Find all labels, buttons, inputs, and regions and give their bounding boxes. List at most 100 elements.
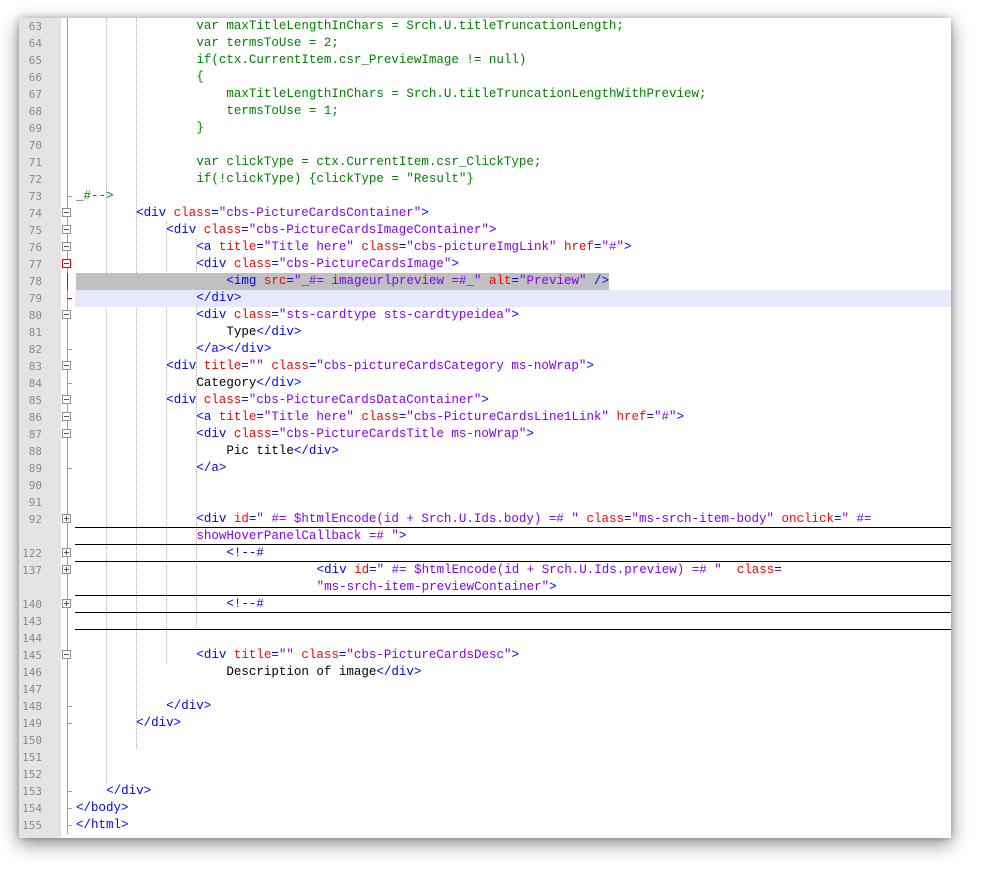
code-line[interactable]: 151	[19, 749, 951, 766]
code-line[interactable]: 67 maxTitleLengthInChars = Srch.U.titleTr…	[19, 86, 951, 103]
code-text: <div class="cbs-PictureCardsTitle ms-noW…	[196, 426, 534, 443]
code-line[interactable]: 77 <div class="cbs-PictureCardsImage">	[19, 256, 951, 273]
code-line[interactable]: 137 <div id=" #= $htmlEncode(id + Srch.U.…	[19, 562, 951, 579]
code-token: "cbs-PictureCardsContainer"	[218, 206, 422, 220]
code-text: showHoverPanelCallback =# ">	[196, 528, 406, 545]
line-number: 74	[28, 207, 42, 220]
code-text: "ms-srch-item-previewContainer">	[317, 579, 557, 596]
code-line[interactable]: 155 </html>	[19, 817, 951, 834]
code-line[interactable]: 72 if(!clickType) {clickType = "Result"}	[19, 171, 951, 188]
code-line[interactable]: showHoverPanelCallback =# ">	[19, 528, 951, 545]
fold-collapse-icon[interactable]	[62, 650, 71, 659]
fold-collapse-icon[interactable]	[62, 242, 71, 251]
line-number: 149	[22, 717, 42, 730]
code-line[interactable]: 63 var maxTitleLengthInChars = Srch.U.tit…	[19, 18, 951, 35]
code-token: <div	[196, 257, 234, 271]
code-line[interactable]: 148 </div>	[19, 698, 951, 715]
code-area[interactable]: 63 var maxTitleLengthInChars = Srch.U.tit…	[19, 18, 951, 838]
code-line[interactable]: 86 <a title="Title here" class="cbs-Pictu…	[19, 409, 951, 426]
code-text: termsToUse = 1;	[226, 103, 339, 120]
code-line[interactable]: 147	[19, 681, 951, 698]
code-line[interactable]: 153 </div>	[19, 783, 951, 800]
code-line[interactable]: 85 <div class="cbs-PictureCardsDataContai…	[19, 392, 951, 409]
code-line[interactable]: 64 var termsToUse = 2;	[19, 35, 951, 52]
line-number: 147	[22, 683, 42, 696]
fold-collapse-icon[interactable]	[62, 412, 71, 421]
code-line[interactable]: 140 <!--#	[19, 596, 951, 613]
code-line[interactable]: 70	[19, 137, 951, 154]
code-line[interactable]: 79 </div>	[19, 290, 951, 307]
code-line[interactable]: 74 <div class="cbs-PictureCardsContainer"…	[19, 205, 951, 222]
code-line[interactable]: 66 {	[19, 69, 951, 86]
code-token: =	[774, 563, 782, 577]
fold-collapse-icon[interactable]	[62, 310, 71, 319]
line-number: 63	[28, 20, 42, 33]
code-token: class	[203, 393, 242, 407]
folded-region-separator	[75, 561, 951, 562]
code-text: </div>	[196, 290, 241, 307]
code-token: class	[233, 427, 272, 441]
code-token: }	[196, 121, 204, 135]
fold-collapse-icon[interactable]	[62, 395, 71, 404]
fold-end-marker	[67, 808, 72, 809]
code-line[interactable]: 84 Category</div>	[19, 375, 951, 392]
code-text: <div title="" class="cbs-pictureCardsCat…	[166, 358, 594, 375]
fold-expand-icon[interactable]	[62, 599, 71, 608]
fold-collapse-icon[interactable]	[62, 208, 71, 217]
code-line[interactable]: 83 <div title="" class="cbs-pictureCardsC…	[19, 358, 951, 375]
code-line[interactable]: 154 </body>	[19, 800, 951, 817]
line-number: 88	[28, 445, 42, 458]
code-line[interactable]: 122 <!--#	[19, 545, 951, 562]
code-text: <div class="cbs-PictureCardsDataContaine…	[166, 392, 489, 409]
code-text: Type</div>	[226, 324, 301, 341]
code-token: "cbs-PictureCardsTitle ms-noWrap"	[278, 427, 527, 441]
code-editor[interactable]: 63 var maxTitleLengthInChars = Srch.U.tit…	[19, 18, 951, 838]
code-line[interactable]: 143	[19, 613, 951, 630]
code-line[interactable]: "ms-srch-item-previewContainer">	[19, 579, 951, 596]
code-token: <div	[166, 393, 204, 407]
line-number: 146	[22, 666, 42, 679]
fold-collapse-icon[interactable]	[62, 361, 71, 370]
code-line[interactable]: 80 <div class="sts-cardtype sts-cardtypei…	[19, 307, 951, 324]
code-line[interactable]: 82 </a></div>	[19, 341, 951, 358]
code-token: <img	[226, 274, 264, 288]
code-line[interactable]: 89 </a>	[19, 460, 951, 477]
fold-collapse-icon[interactable]	[62, 429, 71, 438]
code-line[interactable]: 150	[19, 732, 951, 749]
line-number: 150	[22, 734, 42, 747]
code-line[interactable]: 78 <img src="_#= imageurlpreview =#_" alt…	[19, 273, 951, 290]
code-line[interactable]: 73 _#-->	[19, 188, 951, 205]
code-line[interactable]: 68 termsToUse = 1;	[19, 103, 951, 120]
code-text: var clickType = ctx.CurrentItem.csr_Clic…	[196, 154, 541, 171]
code-line[interactable]: 149 </div>	[19, 715, 951, 732]
code-text: </a>	[196, 460, 226, 477]
code-line[interactable]: 144	[19, 630, 951, 647]
fold-collapse-icon[interactable]	[62, 225, 71, 234]
code-token: >	[398, 529, 407, 543]
code-token: <div	[166, 223, 204, 237]
code-line[interactable]: 71 var clickType = ctx.CurrentItem.csr_Cl…	[19, 154, 951, 171]
code-token: >	[481, 393, 489, 407]
code-line[interactable]: 145 <div title="" class="cbs-PictureCards…	[19, 647, 951, 664]
fold-end-marker	[67, 706, 72, 707]
code-line[interactable]: 92 <div id = " #= $htmlEncode(id + Srch.U.I…	[19, 511, 951, 528]
fold-collapse-icon[interactable]	[62, 259, 71, 268]
code-line[interactable]: 81 Type</div>	[19, 324, 951, 341]
code-line[interactable]: 88 Pic title</div>	[19, 443, 951, 460]
code-token: <div	[196, 308, 234, 322]
fold-expand-icon[interactable]	[62, 514, 71, 523]
code-line[interactable]: 146 Description of image</div>	[19, 664, 951, 681]
code-line[interactable]: 152	[19, 766, 951, 783]
fold-end-marker	[67, 791, 72, 792]
code-line[interactable]: 87 <div class="cbs-PictureCardsTitle ms-n…	[19, 426, 951, 443]
fold-expand-icon[interactable]	[62, 548, 71, 557]
code-line[interactable]: 65 if(ctx.CurrentItem.csr_PreviewImage !=…	[19, 52, 951, 69]
code-line[interactable]: 91	[19, 494, 951, 511]
code-line[interactable]: 90	[19, 477, 951, 494]
fold-expand-icon[interactable]	[62, 565, 71, 574]
code-token: </div>	[106, 784, 152, 798]
code-line[interactable]: 69}	[19, 120, 951, 137]
code-line[interactable]: 75 <div class="cbs-PictureCardsImageConta…	[19, 222, 951, 239]
code-line[interactable]: 76 <a title="Title here" class="cbs-pictu…	[19, 239, 951, 256]
